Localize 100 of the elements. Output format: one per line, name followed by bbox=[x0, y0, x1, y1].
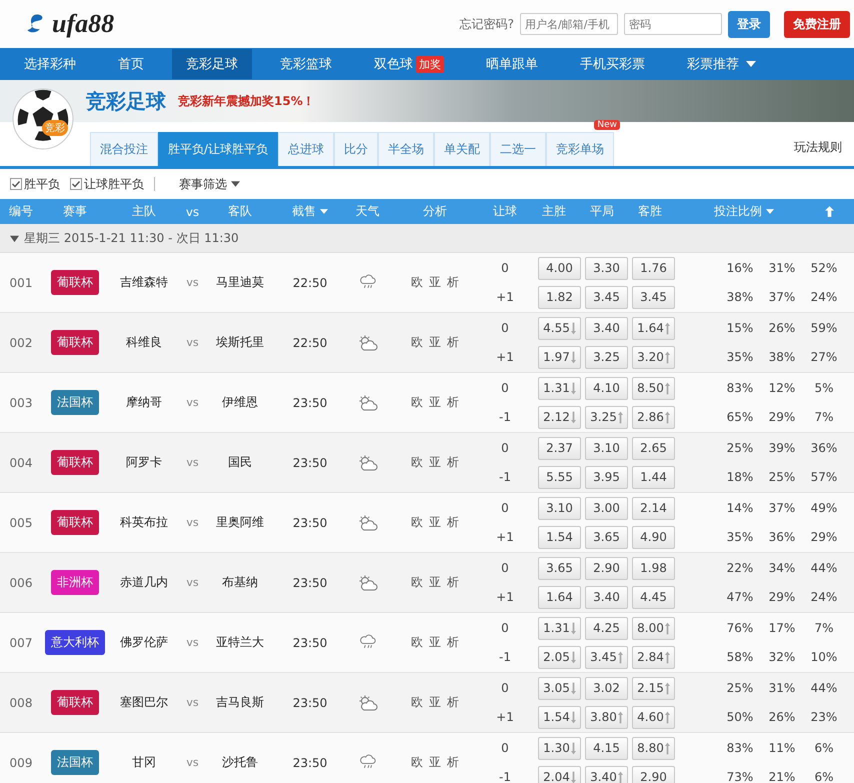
odds-button[interactable]: 1.30 bbox=[538, 736, 581, 760]
odds-button[interactable]: 3.20 bbox=[632, 346, 675, 368]
event-filter-dropdown[interactable]: 赛事筛选 bbox=[179, 176, 240, 192]
league-tag[interactable]: 非洲杯 bbox=[51, 570, 99, 595]
rules-link[interactable]: 玩法规则 bbox=[794, 139, 842, 166]
tab[interactable]: 半全场 bbox=[378, 132, 434, 166]
tab[interactable]: 二选一 bbox=[490, 132, 546, 166]
league-tag[interactable]: 法国杯 bbox=[51, 390, 99, 415]
odds-button[interactable]: 1.64 bbox=[538, 586, 581, 608]
odds-button[interactable]: 4.25 bbox=[585, 616, 628, 640]
analysis-link[interactable]: 析 bbox=[447, 394, 459, 411]
nav-item[interactable]: 双色球 加奖 bbox=[360, 49, 458, 79]
checkbox-label[interactable]: 胜平负 bbox=[24, 176, 60, 192]
analysis-link[interactable]: 欧 bbox=[411, 394, 423, 411]
odds-button[interactable]: 2.12 bbox=[538, 406, 581, 428]
odds-button[interactable]: 1.76 bbox=[632, 256, 675, 280]
collapse-caret-icon[interactable] bbox=[10, 234, 19, 242]
scroll-top-icon[interactable] bbox=[825, 206, 834, 217]
password-field[interactable]: 密码 bbox=[624, 13, 722, 35]
odds-button[interactable]: 4.00 bbox=[538, 256, 581, 280]
odds-button[interactable]: 2.37 bbox=[538, 436, 581, 460]
sort-caret-icon[interactable] bbox=[320, 209, 328, 214]
league-tag[interactable]: 葡联杯 bbox=[51, 510, 99, 535]
analysis-link[interactable]: 欧 bbox=[411, 514, 423, 531]
odds-button[interactable]: 2.05 bbox=[538, 646, 581, 668]
checkbox[interactable] bbox=[70, 178, 82, 190]
analysis-link[interactable]: 析 bbox=[447, 634, 459, 651]
league-tag[interactable]: 葡联杯 bbox=[51, 690, 99, 715]
odds-button[interactable]: 1.64 bbox=[632, 316, 675, 340]
tab[interactable]: 比分 bbox=[334, 132, 378, 166]
league-tag[interactable]: 意大利杯 bbox=[45, 630, 105, 655]
analysis-link[interactable]: 亚 bbox=[429, 574, 441, 591]
nav-item[interactable]: 竞彩足球 bbox=[172, 49, 252, 79]
tab[interactable]: 胜平负/让球胜平负 bbox=[158, 132, 278, 166]
odds-button[interactable]: 1.97 bbox=[538, 346, 581, 368]
odds-button[interactable]: 2.14 bbox=[632, 496, 675, 520]
odds-button[interactable]: 3.00 bbox=[585, 496, 628, 520]
odds-button[interactable]: 8.50 bbox=[632, 376, 675, 400]
analysis-link[interactable]: 欧 bbox=[411, 694, 423, 711]
odds-button[interactable]: 2.04 bbox=[538, 766, 581, 783]
nav-item[interactable]: 首页 bbox=[104, 49, 158, 79]
league-tag[interactable]: 葡联杯 bbox=[51, 450, 99, 475]
nav-item[interactable]: 彩票推荐 bbox=[673, 49, 770, 79]
odds-button[interactable]: 3.40 bbox=[585, 316, 628, 340]
odds-button[interactable]: 3.45 bbox=[585, 646, 628, 668]
odds-button[interactable]: 2.84 bbox=[632, 646, 675, 668]
analysis-link[interactable]: 欧 bbox=[411, 274, 423, 291]
analysis-link[interactable]: 亚 bbox=[429, 394, 441, 411]
nav-item[interactable]: 手机买彩票 bbox=[566, 49, 659, 79]
analysis-link[interactable]: 欧 bbox=[411, 574, 423, 591]
odds-button[interactable]: 1.54 bbox=[538, 526, 581, 548]
analysis-link[interactable]: 析 bbox=[447, 574, 459, 591]
analysis-link[interactable]: 欧 bbox=[411, 754, 423, 771]
tab[interactable]: 总进球 bbox=[278, 132, 334, 166]
odds-button[interactable]: 1.82 bbox=[538, 286, 581, 308]
odds-button[interactable]: 2.15 bbox=[632, 676, 675, 700]
odds-button[interactable]: 1.31 bbox=[538, 376, 581, 400]
odds-button[interactable]: 5.55 bbox=[538, 466, 581, 488]
nav-item[interactable]: 竞彩篮球 bbox=[266, 49, 346, 79]
odds-button[interactable]: 4.45 bbox=[632, 586, 675, 608]
analysis-link[interactable]: 亚 bbox=[429, 454, 441, 471]
analysis-link[interactable]: 析 bbox=[447, 514, 459, 531]
analysis-link[interactable]: 欧 bbox=[411, 454, 423, 471]
league-tag[interactable]: 葡联杯 bbox=[51, 330, 99, 355]
odds-button[interactable]: 3.10 bbox=[538, 496, 581, 520]
odds-button[interactable]: 4.90 bbox=[632, 526, 675, 548]
odds-button[interactable]: 3.45 bbox=[632, 286, 675, 308]
odds-button[interactable]: 2.90 bbox=[632, 766, 675, 783]
odds-button[interactable]: 3.02 bbox=[585, 676, 628, 700]
odds-button[interactable]: 2.65 bbox=[632, 436, 675, 460]
nav-item[interactable]: 选择彩种 bbox=[10, 49, 90, 79]
tab[interactable]: 混合投注 bbox=[90, 132, 158, 166]
odds-button[interactable]: 8.00 bbox=[632, 616, 675, 640]
analysis-link[interactable]: 亚 bbox=[429, 334, 441, 351]
sort-caret-icon[interactable] bbox=[766, 209, 774, 214]
league-tag[interactable]: 法国杯 bbox=[51, 750, 99, 775]
odds-button[interactable]: 3.65 bbox=[585, 526, 628, 548]
tab[interactable]: 单关配 bbox=[434, 132, 490, 166]
tab[interactable]: 竞彩单场 bbox=[546, 132, 614, 166]
odds-button[interactable]: 4.10 bbox=[585, 376, 628, 400]
analysis-link[interactable]: 亚 bbox=[429, 634, 441, 651]
analysis-link[interactable]: 亚 bbox=[429, 754, 441, 771]
odds-button[interactable]: 2.90 bbox=[585, 556, 628, 580]
analysis-link[interactable]: 析 bbox=[447, 694, 459, 711]
odds-button[interactable]: 3.65 bbox=[538, 556, 581, 580]
analysis-link[interactable]: 亚 bbox=[429, 694, 441, 711]
analysis-link[interactable]: 欧 bbox=[411, 334, 423, 351]
forgot-password-link[interactable]: 忘记密码? bbox=[460, 16, 514, 32]
odds-button[interactable]: 3.45 bbox=[585, 286, 628, 308]
site-logo[interactable]: ufa88 bbox=[24, 9, 114, 39]
analysis-link[interactable]: 析 bbox=[447, 454, 459, 471]
odds-button[interactable]: 3.25 bbox=[585, 406, 628, 428]
login-button[interactable]: 登录 bbox=[728, 10, 770, 38]
analysis-link[interactable]: 欧 bbox=[411, 634, 423, 651]
odds-button[interactable]: 4.15 bbox=[585, 736, 628, 760]
analysis-link[interactable]: 析 bbox=[447, 274, 459, 291]
odds-button[interactable]: 1.31 bbox=[538, 616, 581, 640]
odds-button[interactable]: 3.30 bbox=[585, 256, 628, 280]
analysis-link[interactable]: 析 bbox=[447, 754, 459, 771]
odds-button[interactable]: 1.44 bbox=[632, 466, 675, 488]
